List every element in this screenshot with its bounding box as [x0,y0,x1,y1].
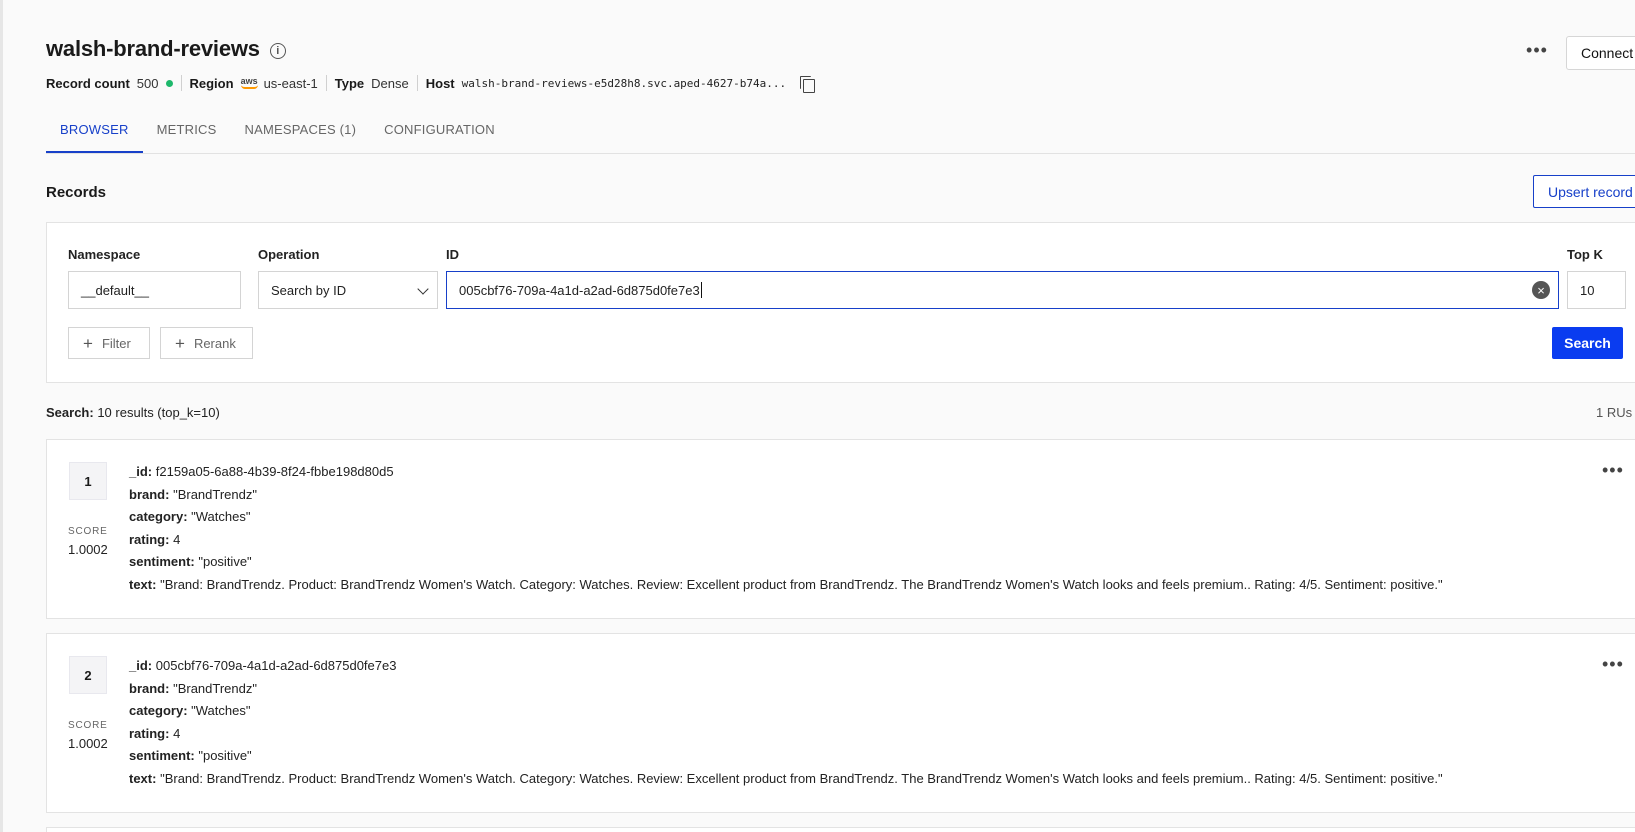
score-value: 1.0002 [68,542,108,557]
result-card: 2 SCORE 1.0002 _id: 005cbf76-709a-4a1d-a… [46,633,1635,813]
tab-browser[interactable]: BROWSER [46,112,143,153]
upsert-record-button[interactable]: Upsert record [1533,175,1635,208]
result-more-button[interactable]: ••• [1602,460,1624,481]
field-id: _id: 005cbf76-709a-4a1d-a2ad-6d875d0fe7e… [129,658,397,673]
host-value: walsh-brand-reviews-e5d28h8.svc.aped-462… [461,76,787,90]
divider [180,75,182,91]
result-card [46,827,1635,832]
clear-icon[interactable]: × [1532,281,1550,299]
query-panel: Namespace __default__ Operation Search b… [46,222,1635,383]
aws-icon: aws [240,76,258,89]
id-input[interactable]: 005cbf76-709a-4a1d-a2ad-6d875d0fe7e3 × [446,271,1559,309]
field-sentiment: sentiment: "positive" [129,748,252,763]
score-label: SCORE [68,526,108,537]
operation-value: Search by ID [271,282,347,298]
field-rating: rating: 4 [129,725,181,741]
plus-icon: + [83,333,93,353]
field-sentiment: sentiment: "positive" [129,554,252,569]
result-rank: 1 [69,462,107,500]
connect-button[interactable]: Connect [1566,36,1635,70]
add-filter-button[interactable]: + Filter [68,327,150,359]
more-options-button[interactable]: ••• [1523,40,1551,60]
field-brand: brand: "BrandTrendz" [129,680,257,696]
field-id: _id: f2159a05-6a88-4b39-8f24-fbbe198d80d… [129,464,394,479]
record-count-label: Record count [46,75,130,91]
field-category: category: "Watches" [129,703,251,718]
operation-label: Operation [258,247,320,262]
info-icon[interactable]: i [269,42,286,59]
index-title: walsh-brand-reviews [46,36,260,61]
divider [416,75,418,91]
tab-bar: BROWSER METRICS NAMESPACES (1) CONFIGURA… [46,112,509,153]
text-cursor [700,282,702,298]
tab-metrics[interactable]: METRICS [143,112,231,153]
page: walsh-brand-reviews i Record count 500 R… [0,0,1635,832]
tab-configuration[interactable]: CONFIGURATION [370,112,509,153]
result-rank: 2 [69,656,107,694]
namespace-input[interactable]: __default__ [68,271,241,309]
operation-select[interactable]: Search by ID [258,271,438,309]
search-summary: Search: 10 results (top_k=10) [46,405,220,420]
divider [325,75,327,91]
field-text: text: "Brand: BrandTrendz. Product: Bran… [129,770,1443,786]
record-count-value: 500 [136,75,159,91]
records-heading: Records [46,184,107,201]
result-more-button[interactable]: ••• [1602,654,1624,675]
topk-value: 10 [1580,282,1595,298]
region-value: us-east-1 [263,75,318,91]
summary-label: Search: [46,405,94,420]
field-category: category: "Watches" [129,509,251,524]
tab-namespaces[interactable]: NAMESPACES (1) [230,112,370,153]
id-value: 005cbf76-709a-4a1d-a2ad-6d875d0fe7e3 [459,282,700,298]
score-label: SCORE [68,720,108,731]
namespace-value: __default__ [81,282,149,298]
read-units: 1 RUs ( [1596,405,1635,420]
search-button[interactable]: Search [1552,327,1623,359]
result-card: 1 SCORE 1.0002 _id: f2159a05-6a88-4b39-8… [46,439,1635,619]
filter-label: Filter [101,335,131,351]
copy-icon[interactable] [798,74,816,93]
score-value: 1.0002 [68,736,108,751]
title-row: walsh-brand-reviews i [46,36,286,62]
namespace-label: Namespace [68,247,141,262]
field-rating: rating: 4 [129,531,181,547]
chevron-down-icon [417,283,429,295]
type-label: Type [334,75,365,91]
status-dot-icon [165,79,173,87]
summary-text: 10 results (top_k=10) [97,405,220,420]
tab-divider [46,153,1635,154]
record-fields: _id: f2159a05-6a88-4b39-8f24-fbbe198d80d… [129,461,1443,596]
plus-icon: + [175,333,185,353]
type-value: Dense [371,75,409,91]
field-text: text: "Brand: BrandTrendz. Product: Bran… [129,576,1443,592]
topk-label: Top K [1567,247,1603,262]
topk-input[interactable]: 10 [1567,271,1626,309]
field-brand: brand: "BrandTrendz" [129,486,257,502]
id-label: ID [446,247,459,262]
add-rerank-button[interactable]: + Rerank [160,327,253,359]
record-fields: _id: 005cbf76-709a-4a1d-a2ad-6d875d0fe7e… [129,655,1443,790]
rerank-label: Rerank [193,335,236,351]
region-label: Region [189,75,234,91]
host-label: Host [425,75,455,91]
index-meta: Record count 500 Region aws us-east-1 Ty… [46,74,816,93]
